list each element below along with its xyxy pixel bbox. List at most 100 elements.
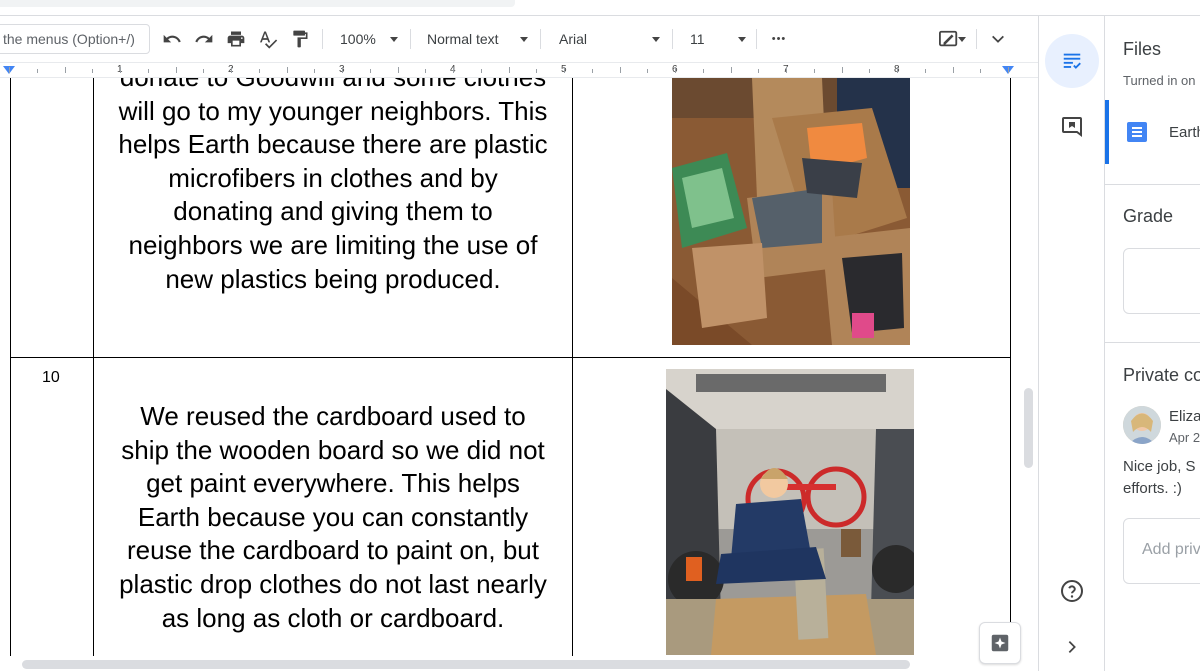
comment-text: Nice job, S bbox=[1123, 458, 1196, 475]
zoom-value: 100% bbox=[340, 31, 376, 47]
zoom-select[interactable]: 100% bbox=[332, 26, 404, 52]
ruler-tick bbox=[591, 69, 593, 73]
chevron-down-icon bbox=[390, 37, 398, 42]
table-border bbox=[1010, 78, 1011, 660]
separator bbox=[756, 29, 757, 49]
garage-painting-image bbox=[666, 369, 914, 655]
ruler-tick bbox=[231, 67, 232, 73]
comment-icon bbox=[1062, 117, 1082, 137]
ruler-tick bbox=[647, 69, 649, 73]
explore-button[interactable] bbox=[979, 622, 1021, 664]
chevron-down-icon bbox=[652, 37, 660, 42]
separator bbox=[976, 29, 977, 49]
ruler-tick bbox=[1008, 67, 1009, 73]
spellcheck-icon bbox=[260, 31, 278, 49]
grade-input[interactable] bbox=[1123, 248, 1200, 314]
top-strip bbox=[0, 0, 1200, 16]
help-icon bbox=[1061, 580, 1083, 602]
font-size-value: 11 bbox=[690, 31, 705, 47]
private-comments-heading: Private comments bbox=[1123, 365, 1200, 385]
toolbar: the menus (Option+/) 100% Normal text Ar… bbox=[0, 16, 1038, 62]
paint-format-icon bbox=[293, 30, 308, 48]
font-size-select[interactable]: 11 bbox=[680, 26, 750, 52]
divider bbox=[1105, 342, 1200, 343]
donation-bags-image bbox=[672, 78, 910, 345]
divider bbox=[1105, 184, 1200, 185]
style-value: Normal text bbox=[427, 31, 499, 47]
expand-panel-icon bbox=[1068, 641, 1076, 653]
spellcheck-button[interactable] bbox=[256, 26, 280, 52]
side-rail bbox=[1038, 16, 1104, 671]
ruler-tick bbox=[425, 69, 427, 73]
ruler[interactable]: 1 2 3 4 5 6 7 8 bbox=[0, 62, 1038, 78]
document-canvas[interactable]: donate to Goodwill and some clothes will… bbox=[0, 78, 1038, 660]
ruler-tick bbox=[92, 69, 94, 73]
horizontal-scrollbar-thumb[interactable] bbox=[22, 660, 910, 669]
separator bbox=[410, 29, 411, 49]
files-heading: Files bbox=[1123, 39, 1162, 59]
help-button[interactable] bbox=[1059, 578, 1085, 604]
ruler-tick bbox=[758, 69, 760, 73]
task-list-icon bbox=[1063, 53, 1081, 69]
print-icon bbox=[227, 31, 245, 47]
editing-mode-button[interactable] bbox=[928, 26, 970, 52]
comments-button[interactable] bbox=[1059, 114, 1085, 140]
private-comment-input[interactable]: Add private comment bbox=[1123, 518, 1200, 584]
expand-panel-button[interactable] bbox=[1061, 636, 1083, 658]
ruler-tick bbox=[786, 67, 787, 73]
ruler-tick bbox=[175, 67, 177, 73]
comment-date: Apr 2 bbox=[1169, 430, 1200, 445]
editing-mode-icon bbox=[939, 30, 958, 47]
menu-search-input[interactable]: the menus (Option+/) bbox=[0, 24, 150, 54]
ruler-tick bbox=[64, 67, 66, 73]
turned-in-status: Turned in on bbox=[1123, 73, 1196, 88]
vertical-scrollbar-thumb[interactable] bbox=[1024, 388, 1033, 468]
table-border bbox=[10, 78, 11, 660]
ruler-tick bbox=[564, 67, 565, 73]
ruler-tick bbox=[702, 69, 704, 73]
ruler-tick bbox=[869, 69, 871, 73]
ruler-tick bbox=[841, 67, 843, 73]
table-cell-text[interactable]: donate to Goodwill and some clothes will… bbox=[94, 78, 572, 296]
photo-painting-cardboard[interactable] bbox=[666, 369, 914, 655]
redo-button[interactable] bbox=[192, 26, 216, 52]
chevron-down-icon bbox=[958, 37, 966, 42]
photo-donation-bags[interactable] bbox=[672, 78, 910, 345]
docs-file-icon bbox=[1127, 122, 1147, 142]
comment-placeholder: Add private comment bbox=[1142, 541, 1200, 558]
collapse-icon bbox=[992, 35, 1004, 43]
classroom-task-button[interactable] bbox=[1045, 34, 1099, 88]
classroom-panel: Files Turned in on Earth Grade Private c… bbox=[1104, 16, 1200, 671]
print-button[interactable] bbox=[224, 26, 248, 52]
ruler-tick bbox=[480, 69, 482, 73]
chevron-down-icon bbox=[520, 37, 528, 42]
ruler-tick bbox=[508, 67, 510, 73]
ruler-tick bbox=[258, 69, 260, 73]
ruler-tick bbox=[120, 67, 121, 73]
font-select[interactable]: Arial bbox=[548, 26, 666, 52]
more-button[interactable]: ••• bbox=[764, 26, 794, 52]
ruler-tick bbox=[536, 69, 538, 73]
chevron-down-icon bbox=[738, 37, 746, 42]
attached-file[interactable]: Earth bbox=[1105, 100, 1200, 164]
ruler-tick bbox=[342, 67, 343, 73]
style-select[interactable]: Normal text bbox=[418, 26, 534, 52]
collapse-toolbar-button[interactable] bbox=[986, 26, 1010, 52]
separator bbox=[672, 29, 673, 49]
paint-format-button[interactable] bbox=[288, 26, 312, 52]
grade-heading: Grade bbox=[1123, 206, 1174, 226]
undo-button[interactable] bbox=[160, 26, 184, 52]
table-border bbox=[10, 357, 1011, 358]
ruler-tick bbox=[619, 67, 621, 73]
ruler-tick bbox=[675, 67, 676, 73]
font-value: Arial bbox=[559, 31, 588, 47]
commenter-name: Eliza bbox=[1169, 408, 1200, 425]
ruler-tick bbox=[952, 67, 954, 73]
ruler-tick bbox=[813, 69, 815, 73]
ruler-tick bbox=[397, 67, 399, 73]
ruler-tick bbox=[980, 69, 982, 73]
ruler-tick bbox=[897, 67, 898, 73]
table-cell-text[interactable]: We reused the cardboard used to ship the… bbox=[94, 400, 572, 635]
ruler-tick bbox=[453, 67, 454, 73]
menu-bar-remnant bbox=[0, 0, 515, 7]
